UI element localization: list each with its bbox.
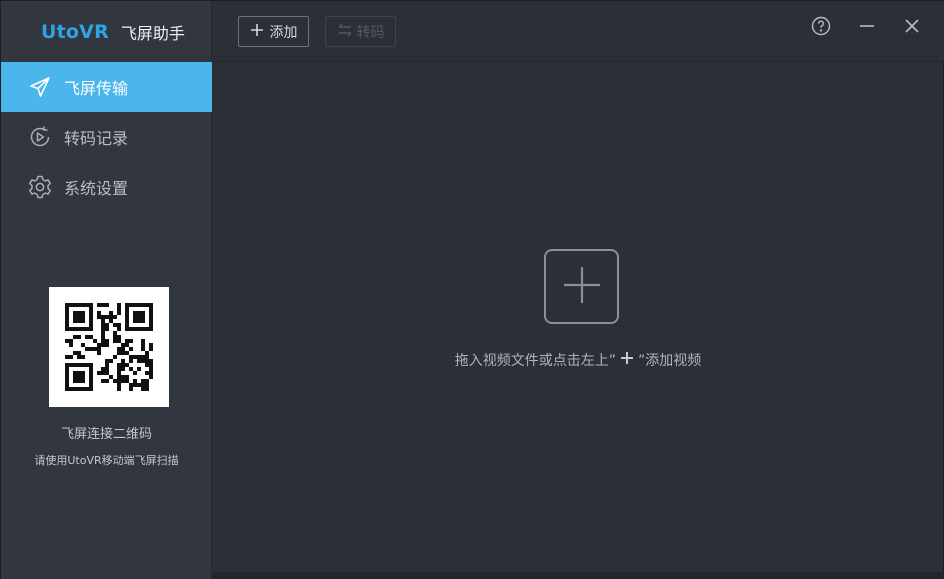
paper-plane-icon (26, 73, 54, 101)
sidebar: UtoVR 飞屏助手 飞屏传输 转码记录 系统设置 飞屏连接二维码 请使用Uto… (1, 1, 212, 579)
toolbar: 添加 转码 (213, 1, 944, 62)
add-button-label: 添加 (269, 24, 298, 41)
drop-hint-text: ”添加视频 (638, 353, 702, 369)
plus-icon (250, 23, 264, 41)
sidebar-item-convert-history[interactable]: 转码记录 (1, 112, 212, 162)
help-icon[interactable] (810, 15, 832, 37)
sidebar-item-transfer[interactable]: 飞屏传输 (1, 62, 212, 112)
sidebar-nav: 飞屏传输 转码记录 系统设置 (1, 62, 212, 212)
qr-code (49, 287, 169, 407)
sidebar-item-label: 飞屏传输 (64, 79, 129, 98)
app-window: UtoVR 飞屏助手 飞屏传输 转码记录 系统设置 飞屏连接二维码 请使用Uto… (0, 0, 944, 579)
gear-icon (26, 173, 54, 201)
sidebar-item-settings[interactable]: 系统设置 (1, 162, 212, 212)
qr-subtitle: 请使用UtoVR移动端飞屏扫描 (34, 454, 179, 467)
drop-hint-text: 拖入视频文件或点击左上” (454, 353, 616, 369)
convert-history-icon (26, 123, 54, 151)
sidebar-item-label: 系统设置 (64, 179, 129, 198)
convert-button-label: 转码 (356, 24, 385, 41)
plus-icon (620, 351, 634, 369)
convert-button[interactable]: 转码 (325, 16, 396, 47)
add-button[interactable]: 添加 (238, 16, 309, 47)
status-strip (213, 572, 944, 579)
qr-title: 飞屏连接二维码 (60, 427, 152, 442)
add-video-button[interactable] (544, 249, 619, 324)
brand: UtoVR 飞屏助手 (1, 1, 212, 62)
app-title: 飞屏助手 (120, 23, 185, 43)
plus-icon (562, 265, 602, 309)
sidebar-item-label: 转码记录 (64, 129, 129, 148)
minimize-icon[interactable] (856, 15, 878, 37)
swap-arrows-icon (337, 23, 353, 41)
close-icon[interactable] (901, 15, 923, 37)
drop-area[interactable]: 拖入视频文件或点击左上” ”添加视频 (213, 63, 943, 572)
drop-hint: 拖入视频文件或点击左上” ”添加视频 (213, 350, 943, 370)
brand-logo: UtoVR (41, 20, 109, 43)
